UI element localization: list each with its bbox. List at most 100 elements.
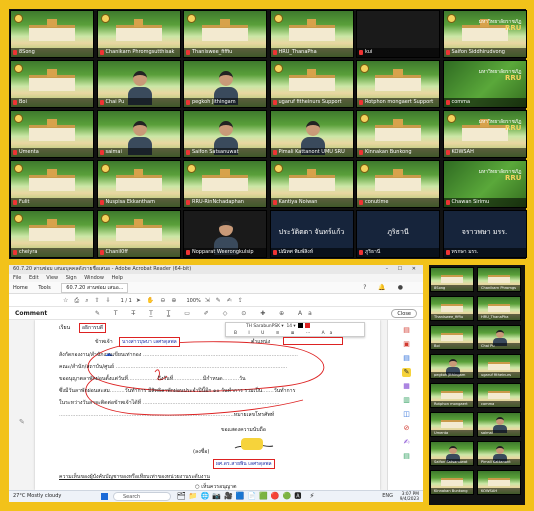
signer-textbox[interactable]: ผศ.ดร.สายพิน เลศรดุลพล bbox=[213, 459, 275, 469]
taskbar-clock[interactable]: 3:07 PM 9/4/2023 bbox=[400, 491, 419, 502]
color-swatch[interactable] bbox=[298, 323, 304, 328]
pdf-export-icon[interactable]: ▤ bbox=[402, 326, 411, 335]
strip-participant-tile[interactable]: saimai bbox=[477, 412, 521, 437]
share-icon[interactable]: ⇪ bbox=[238, 297, 249, 304]
star-icon[interactable]: ☆ bbox=[63, 297, 74, 304]
name-textbox[interactable]: นางสาวบุษบา เลศรดุลพล bbox=[119, 337, 180, 347]
account-icons[interactable]: ? 🔔 ● bbox=[363, 282, 408, 294]
hand-icon[interactable]: ✋ bbox=[147, 297, 160, 304]
participant-tile[interactable]: Boi bbox=[10, 60, 94, 108]
language-indicator[interactable]: ENG bbox=[382, 491, 393, 502]
participant-tile[interactable]: มหาวิทยาลัยราชภัฏ RRU Chawan Sirimu bbox=[442, 160, 527, 208]
participant-tile[interactable]: Kinnakan Bunkong bbox=[356, 110, 440, 158]
menu-help[interactable]: Help bbox=[112, 275, 123, 281]
strip-participant-tile[interactable]: Thaniswee_fiffiu bbox=[430, 296, 474, 321]
participant-tile[interactable]: cheiyra bbox=[10, 210, 94, 258]
comment-tool-icon[interactable]: ✎ bbox=[402, 368, 411, 377]
font-properties-popup[interactable]: TH SarabunPSK ▾ 14 ▾ B I U ≡ ≣ ⋯ Aa bbox=[225, 322, 365, 337]
participant-tile[interactable]: Rotphon mongaert Support bbox=[356, 60, 440, 108]
close-button[interactable]: Close bbox=[391, 309, 417, 318]
strip-participant-tile[interactable]: comma bbox=[477, 383, 521, 408]
participant-tile[interactable]: HRU_ThanaPha bbox=[269, 10, 354, 58]
participant-tile[interactable]: Saifon Satsanuwat bbox=[183, 110, 267, 158]
edit-pdf-icon[interactable]: ▣ bbox=[402, 340, 411, 349]
participant-tile[interactable]: Nuspisa Ekkantham bbox=[96, 160, 181, 208]
participant-tile[interactable]: Chai Pu bbox=[96, 60, 181, 108]
zoom-in-icon[interactable]: ⊕ bbox=[171, 297, 182, 304]
menu-file[interactable]: File bbox=[13, 275, 21, 281]
signature-stamp[interactable] bbox=[241, 438, 263, 450]
comment-icon[interactable]: ✎ bbox=[216, 297, 227, 304]
menu-sign[interactable]: Sign bbox=[66, 275, 77, 281]
combine-icon[interactable]: ▦ bbox=[402, 382, 411, 391]
participant-tile[interactable]: ภูริธานี ภูริธานี bbox=[356, 210, 440, 258]
participant-tile[interactable]: Pimali Kattanont UMU SRU bbox=[269, 110, 354, 158]
taskbar-search-input[interactable]: Search bbox=[113, 492, 171, 501]
cursor-icon[interactable]: ➤ bbox=[136, 297, 147, 304]
more-tools-icon[interactable]: ▤ bbox=[402, 452, 411, 461]
strip-participant-tile[interactable]: Chai Pu bbox=[477, 325, 521, 350]
strip-participant-tile[interactable]: HRU_ThanaPha bbox=[477, 296, 521, 321]
participant-tile[interactable]: saimai bbox=[96, 110, 181, 158]
zoom-level[interactable]: 100% bbox=[186, 298, 200, 304]
participant-tile[interactable]: Umenta bbox=[10, 110, 94, 158]
windows-start-icon[interactable] bbox=[101, 493, 108, 500]
participant-tile[interactable]: มหาวิทยาลัยราชภัฏ RRU KOWSAH bbox=[442, 110, 527, 158]
participant-tile[interactable]: kui bbox=[356, 10, 440, 58]
participant-tile[interactable]: 8Song bbox=[10, 10, 94, 58]
participant-tile[interactable]: ugaruf fitheinurs Support bbox=[269, 60, 354, 108]
participant-tile[interactable]: Fulit bbox=[10, 160, 94, 208]
position-textbox[interactable] bbox=[283, 337, 343, 345]
strip-participant-tile[interactable]: Chanikarn Phromgs bbox=[477, 267, 521, 292]
window-controls[interactable]: – ☐ ✕ bbox=[386, 265, 420, 274]
strip-participant-tile[interactable]: Saifon Satsanuwat bbox=[430, 441, 474, 466]
participant-tile[interactable]: Thaniswee_fiffiu bbox=[183, 10, 267, 58]
fill-sign-icon[interactable]: ✍ bbox=[402, 438, 411, 447]
strip-participant-tile[interactable]: pegkoh Jithingam bbox=[430, 354, 474, 379]
scan-icon[interactable]: ◫ bbox=[402, 410, 411, 419]
zoom-out-icon[interactable]: ⊖ bbox=[160, 297, 171, 304]
organize-icon[interactable]: ▥ bbox=[402, 396, 411, 405]
participant-tile[interactable]: RRU-RinNchadaphan bbox=[183, 160, 267, 208]
participant-tile[interactable]: Chanikarn Phromgsutthisak bbox=[96, 10, 181, 58]
participant-tile[interactable]: Nopparat Weerongkulsip bbox=[183, 210, 267, 258]
strip-participant-tile[interactable]: Umenta bbox=[430, 412, 474, 437]
menu-edit[interactable]: Edit bbox=[29, 275, 39, 281]
strip-participant-tile[interactable]: Rotphon mongaert bbox=[430, 383, 474, 408]
strip-participant-tile[interactable]: Pimali Kattanont bbox=[477, 441, 521, 466]
font-size[interactable]: 14 bbox=[286, 324, 292, 329]
participant-tile[interactable]: Chanil0ff bbox=[96, 210, 181, 258]
tab-home[interactable]: Home bbox=[13, 285, 28, 291]
down-icon[interactable]: ⇩ bbox=[106, 297, 117, 304]
page-indicator[interactable]: 1 / 1 bbox=[121, 298, 132, 304]
sign-icon[interactable]: ✍ bbox=[227, 297, 238, 304]
comment-tools[interactable]: ✎ T T̶ T̲ T̳ ▭ ✐ ◇ ⊙ ✚ ⊕ Aa bbox=[95, 307, 318, 320]
strip-participant-tile[interactable]: KOWSAH bbox=[477, 470, 521, 495]
menu-view[interactable]: View bbox=[46, 275, 58, 281]
document-area[interactable]: TH SarabunPSK ▾ 14 ▾ B I U ≡ ≣ ⋯ Aa เรีย… bbox=[9, 320, 387, 490]
search-icon[interactable]: ⌕ bbox=[85, 297, 94, 304]
participant-tile[interactable]: ประวัติตตา จันทร์แก้ว ปณิทศ พิมพ์สิงห์ bbox=[269, 210, 354, 258]
taskbar-apps[interactable]: 🗂📁🌐📷🎥🟦📄🟩🔴🟢🅰 ⚡ bbox=[177, 491, 317, 502]
color-swatch-red[interactable] bbox=[304, 323, 310, 328]
participant-tile[interactable]: pegkoh Jithingam bbox=[183, 60, 267, 108]
create-pdf-icon[interactable]: ▤ bbox=[402, 354, 411, 363]
font-name[interactable]: TH SarabunPSK bbox=[246, 324, 280, 329]
up-icon[interactable]: ⇧ bbox=[95, 297, 106, 304]
participant-tile[interactable]: จราวพษา มรร. ทรกษา มรร. bbox=[442, 210, 527, 258]
weather-widget[interactable]: 27°C Mostly cloudy bbox=[13, 491, 61, 502]
strip-participant-tile[interactable]: 8Song bbox=[430, 267, 474, 292]
participant-tile[interactable]: Kantiya Noiwan bbox=[269, 160, 354, 208]
participant-tile[interactable]: มหาวิทยาลัยราชภัฏ RRU Saifon Siddhirudvong bbox=[442, 10, 527, 58]
tab-document[interactable]: 60.7.20 สานซ่อม เสนอ... bbox=[61, 283, 129, 293]
strip-participant-tile[interactable]: Kinnakan Bunkong bbox=[430, 470, 474, 495]
protect-icon[interactable]: ⊘ bbox=[402, 424, 411, 433]
recipient-textbox[interactable]: อธิการบดี bbox=[79, 323, 106, 333]
print-icon[interactable]: ⎙ bbox=[74, 297, 85, 304]
document-page[interactable]: TH SarabunPSK ▾ 14 ▾ B I U ≡ ≣ ⋯ Aa เรีย… bbox=[35, 320, 380, 490]
participant-tile[interactable]: conutime bbox=[356, 160, 440, 208]
option-allow[interactable]: ○ เห็นควรอนุญาต bbox=[195, 483, 236, 490]
menu-window[interactable]: Window bbox=[84, 275, 104, 281]
strip-participant-tile[interactable]: ugaruf fitheinurs bbox=[477, 354, 521, 379]
fit-icon[interactable]: ⇲ bbox=[205, 297, 216, 304]
